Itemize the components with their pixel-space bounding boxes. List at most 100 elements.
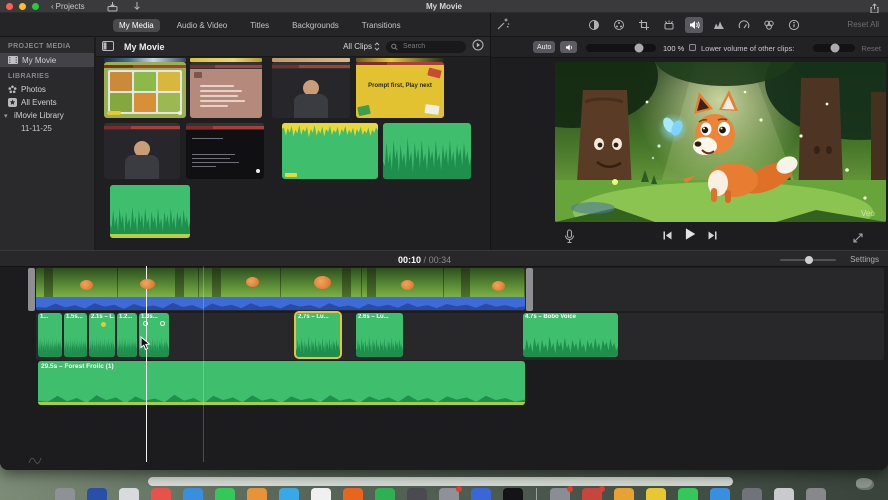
- dock-icon[interactable]: [311, 488, 331, 500]
- play-button[interactable]: [683, 227, 697, 246]
- voiceover-record-button[interactable]: [563, 229, 576, 249]
- timeline-zoom-slider[interactable]: [780, 256, 836, 264]
- search-field[interactable]: [386, 40, 466, 53]
- tab-my-media[interactable]: My Media: [113, 18, 160, 32]
- dock-icon[interactable]: [774, 488, 794, 500]
- volume-slider-knob[interactable]: [634, 43, 644, 53]
- reset-all-button[interactable]: Reset All: [847, 20, 879, 29]
- dock-icon[interactable]: [503, 488, 523, 500]
- timeline[interactable]: 1... 1.5s... 2.1s – L... 1.2... 1.3s...: [0, 266, 888, 470]
- dock-icon[interactable]: [343, 488, 363, 500]
- lower-volume-checkbox[interactable]: [689, 44, 696, 51]
- media-thumbnail-promo[interactable]: Prompt first, Play next: [356, 62, 444, 118]
- dock-icon[interactable]: [55, 488, 75, 500]
- tab-backgrounds[interactable]: Backgrounds: [286, 19, 345, 32]
- media-thumbnail-audio-3[interactable]: [110, 185, 190, 238]
- download-button[interactable]: [132, 1, 142, 12]
- dock-icon[interactable]: [806, 488, 826, 500]
- next-frame-button[interactable]: [707, 228, 718, 246]
- dock-icon[interactable]: [710, 488, 730, 500]
- search-input[interactable]: [401, 42, 461, 51]
- dock-icon[interactable]: [183, 488, 203, 500]
- import-media-button[interactable]: [107, 1, 118, 12]
- dock-icon[interactable]: [742, 488, 762, 500]
- speed-button[interactable]: [735, 17, 753, 33]
- ducking-slider-knob[interactable]: [830, 43, 840, 53]
- tab-transitions[interactable]: Transitions: [356, 19, 407, 32]
- audio-clip[interactable]: 1...: [38, 313, 62, 357]
- dock-icon[interactable]: [678, 488, 698, 500]
- dock-icon[interactable]: [646, 488, 666, 500]
- crop-button[interactable]: [635, 17, 653, 33]
- enhance-button[interactable]: [496, 17, 510, 36]
- dock-icon[interactable]: [279, 488, 299, 500]
- previous-frame-button[interactable]: [662, 228, 673, 246]
- tab-titles[interactable]: Titles: [244, 19, 275, 32]
- dock[interactable]: [55, 486, 826, 500]
- timeline-settings-button[interactable]: Settings: [850, 255, 879, 264]
- dock-icon[interactable]: [407, 488, 427, 500]
- audio-clip[interactable]: 2.6s – Lu...: [356, 313, 403, 357]
- back-chevron-icon: ‹: [51, 1, 54, 11]
- dock-icon[interactable]: [247, 488, 267, 500]
- clip-info-button[interactable]: [785, 17, 803, 33]
- media-thumbnail-audio-2[interactable]: [383, 123, 471, 179]
- fullscreen-button[interactable]: [852, 231, 864, 249]
- dock-icon[interactable]: [215, 488, 235, 500]
- clip-trim-handle-right[interactable]: [526, 268, 533, 311]
- tab-audio-video[interactable]: Audio & Video: [171, 19, 234, 32]
- audio-clip[interactable]: 1.2...: [117, 313, 137, 357]
- dock-icon[interactable]: [614, 488, 634, 500]
- media-thumbnail-terminal[interactable]: [186, 123, 264, 179]
- dock-icon[interactable]: [87, 488, 107, 500]
- audio-clip-bobo-voice[interactable]: 4.7s – Bobo Voice: [523, 313, 618, 357]
- sidebar-toggle-button[interactable]: [102, 38, 114, 56]
- zoom-slider-knob[interactable]: [805, 256, 814, 264]
- noise-equalizer-button[interactable]: [710, 17, 728, 33]
- skimmer-line[interactable]: [146, 266, 147, 462]
- video-preview[interactable]: Veo: [555, 62, 886, 222]
- sidebar-item-imovie-library[interactable]: ▾ iMovie Library: [0, 109, 94, 122]
- close-window-button[interactable]: [6, 2, 13, 10]
- media-thumbnail-presenter[interactable]: [272, 62, 350, 118]
- dock-icon[interactable]: [471, 488, 491, 500]
- ducking-slider[interactable]: [813, 43, 855, 53]
- color-correction-button[interactable]: [610, 17, 628, 33]
- sidebar-item-all-events[interactable]: All Events: [0, 96, 94, 109]
- audio-clip[interactable]: 2.1s – L...: [89, 313, 115, 357]
- stabilization-button[interactable]: [660, 17, 678, 33]
- media-thumbnail-presenter-2[interactable]: [104, 123, 180, 179]
- auto-volume-button[interactable]: Auto: [533, 41, 556, 53]
- clip-filters-button[interactable]: [760, 17, 778, 33]
- mute-button[interactable]: [560, 41, 577, 53]
- color-balance-button[interactable]: [585, 17, 603, 33]
- volume-button[interactable]: [685, 17, 703, 33]
- dock-icon[interactable]: [550, 486, 573, 500]
- media-thumbnail-audio-1[interactable]: [282, 123, 378, 179]
- clip-trim-handle-left[interactable]: [28, 268, 35, 311]
- sidebar-item-my-movie[interactable]: My Movie: [0, 53, 94, 67]
- zoom-window-button[interactable]: [32, 2, 39, 10]
- audio-clip[interactable]: 1.5s...: [64, 313, 87, 357]
- dock-icon[interactable]: [151, 488, 171, 500]
- video-clip-filmstrip[interactable]: [36, 268, 525, 297]
- video-clip-audio-waveform[interactable]: [36, 297, 525, 310]
- back-to-projects-button[interactable]: ‹ Projects: [51, 2, 85, 11]
- dock-icon[interactable]: [375, 488, 395, 500]
- minimize-window-button[interactable]: [19, 2, 26, 10]
- dock-icon[interactable]: [119, 488, 139, 500]
- background-music-clip[interactable]: 29.5s – Forest Frolic (1): [38, 361, 525, 405]
- browser-play-button[interactable]: [472, 38, 484, 56]
- dock-icon[interactable]: [439, 486, 462, 500]
- audio-clip-selected[interactable]: 2.7s – Lu...: [294, 311, 342, 359]
- sidebar-item-photos[interactable]: Photos: [0, 83, 94, 96]
- dock-icon[interactable]: [582, 486, 605, 500]
- chevron-down-icon[interactable]: ▾: [4, 112, 10, 120]
- media-thumbnail-slide[interactable]: [190, 62, 262, 118]
- audio-reset-button[interactable]: Reset: [861, 44, 881, 53]
- media-thumbnail-fox-gallery[interactable]: [104, 62, 186, 118]
- sidebar-item-event-date[interactable]: 11-11-25: [0, 122, 94, 135]
- playhead-line[interactable]: [203, 266, 204, 462]
- clip-filter-dropdown[interactable]: All Clips: [343, 42, 380, 51]
- volume-slider[interactable]: [586, 43, 656, 53]
